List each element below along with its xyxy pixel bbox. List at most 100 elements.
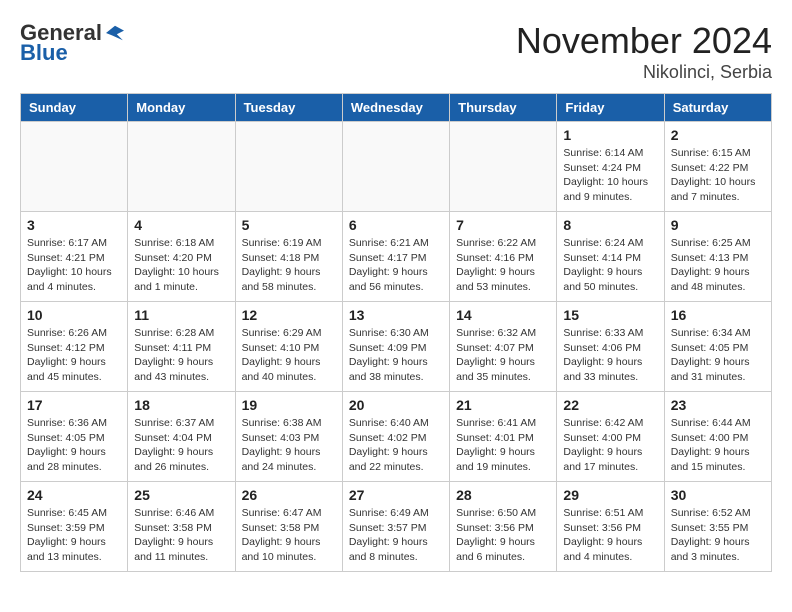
day-info: Sunrise: 6:24 AMSunset: 4:14 PMDaylight:… [563, 236, 657, 295]
day-number: 7 [456, 217, 550, 233]
day-info: Sunrise: 6:51 AMSunset: 3:56 PMDaylight:… [563, 506, 657, 565]
day-number: 19 [242, 397, 336, 413]
day-number: 20 [349, 397, 443, 413]
day-number: 16 [671, 307, 765, 323]
calendar-day-cell: 9Sunrise: 6:25 AMSunset: 4:13 PMDaylight… [664, 212, 771, 302]
calendar-day-cell [342, 122, 449, 212]
calendar-table: SundayMondayTuesdayWednesdayThursdayFrid… [20, 93, 772, 572]
calendar-day-cell: 25 Sunrise: 6:46 AMSunset: 3:58 PMDayligh… [128, 482, 235, 572]
calendar-week-row: 10 Sunrise: 6:26 AMSunset: 4:12 PMDayligh… [21, 302, 772, 392]
day-number: 28 [456, 487, 550, 503]
calendar-day-cell: 12Sunrise: 6:29 AMSunset: 4:10 PMDayligh… [235, 302, 342, 392]
calendar-week-row: 3 Sunrise: 6:17 AMSunset: 4:21 PMDaylight… [21, 212, 772, 302]
day-number: 17 [27, 397, 121, 413]
day-info: Sunrise: 6:18 AMSunset: 4:20 PMDaylight:… [134, 236, 228, 295]
day-info: Sunrise: 6:46 AMSunset: 3:58 PMDaylight:… [134, 506, 228, 565]
day-info: Sunrise: 6:22 AMSunset: 4:16 PMDaylight:… [456, 236, 550, 295]
calendar-day-cell: 28 Sunrise: 6:50 AMSunset: 3:56 PMDayligh… [450, 482, 557, 572]
day-number: 5 [242, 217, 336, 233]
calendar-day-cell: 3 Sunrise: 6:17 AMSunset: 4:21 PMDaylight… [21, 212, 128, 302]
day-number: 8 [563, 217, 657, 233]
logo-blue-text: Blue [20, 40, 68, 66]
calendar-day-cell: 24 Sunrise: 6:45 AMSunset: 3:59 PMDayligh… [21, 482, 128, 572]
calendar-col-header: Monday [128, 94, 235, 122]
day-number: 4 [134, 217, 228, 233]
calendar-day-cell: 10 Sunrise: 6:26 AMSunset: 4:12 PMDayligh… [21, 302, 128, 392]
day-info: Sunrise: 6:28 AMSunset: 4:11 PMDaylight:… [134, 326, 228, 385]
calendar-day-cell: 30 Sunrise: 6:52 AMSunset: 3:55 PMDayligh… [664, 482, 771, 572]
day-number: 11 [134, 307, 228, 323]
day-info: Sunrise: 6:42 AMSunset: 4:00 PMDaylight:… [563, 416, 657, 475]
day-info: Sunrise: 6:32 AMSunset: 4:07 PMDaylight:… [456, 326, 550, 385]
calendar-day-cell: 17 Sunrise: 6:36 AMSunset: 4:05 PMDayligh… [21, 392, 128, 482]
day-number: 15 [563, 307, 657, 323]
calendar-day-cell: 22 Sunrise: 6:42 AMSunset: 4:00 PMDayligh… [557, 392, 664, 482]
title-block: November 2024 Nikolinci, Serbia [516, 20, 772, 83]
day-info: Sunrise: 6:25 AMSunset: 4:13 PMDaylight:… [671, 236, 765, 295]
day-info: Sunrise: 6:34 AMSunset: 4:05 PMDaylight:… [671, 326, 765, 385]
day-number: 26 [242, 487, 336, 503]
day-number: 6 [349, 217, 443, 233]
day-info: Sunrise: 6:49 AMSunset: 3:57 PMDaylight:… [349, 506, 443, 565]
day-info: Sunrise: 6:44 AMSunset: 4:00 PMDaylight:… [671, 416, 765, 475]
day-info: Sunrise: 6:36 AMSunset: 4:05 PMDaylight:… [27, 416, 121, 475]
day-info: Sunrise: 6:52 AMSunset: 3:55 PMDaylight:… [671, 506, 765, 565]
day-info: Sunrise: 6:40 AMSunset: 4:02 PMDaylight:… [349, 416, 443, 475]
calendar-day-cell: 13Sunrise: 6:30 AMSunset: 4:09 PMDayligh… [342, 302, 449, 392]
month-title: November 2024 [516, 20, 772, 62]
calendar-day-cell: 2 Sunrise: 6:15 AMSunset: 4:22 PMDaylight… [664, 122, 771, 212]
day-number: 2 [671, 127, 765, 143]
calendar-day-cell [235, 122, 342, 212]
calendar-day-cell: 20 Sunrise: 6:40 AMSunset: 4:02 PMDayligh… [342, 392, 449, 482]
page-header: General Blue November 2024 Nikolinci, Se… [20, 20, 772, 83]
calendar-day-cell: 16 Sunrise: 6:34 AMSunset: 4:05 PMDayligh… [664, 302, 771, 392]
calendar-day-cell: 8 Sunrise: 6:24 AMSunset: 4:14 PMDaylight… [557, 212, 664, 302]
day-info: Sunrise: 6:45 AMSunset: 3:59 PMDaylight:… [27, 506, 121, 565]
logo-bird-icon [106, 24, 124, 42]
calendar-col-header: Thursday [450, 94, 557, 122]
calendar-day-cell [21, 122, 128, 212]
day-info: Sunrise: 6:15 AMSunset: 4:22 PMDaylight:… [671, 146, 765, 205]
day-info: Sunrise: 6:50 AMSunset: 3:56 PMDaylight:… [456, 506, 550, 565]
calendar-day-cell: 4 Sunrise: 6:18 AMSunset: 4:20 PMDaylight… [128, 212, 235, 302]
day-number: 23 [671, 397, 765, 413]
day-info: Sunrise: 6:29 AMSunset: 4:10 PMDaylight:… [242, 326, 336, 385]
day-info: Sunrise: 6:47 AMSunset: 3:58 PMDaylight:… [242, 506, 336, 565]
calendar-day-cell: 7 Sunrise: 6:22 AMSunset: 4:16 PMDaylight… [450, 212, 557, 302]
day-number: 10 [27, 307, 121, 323]
day-info: Sunrise: 6:26 AMSunset: 4:12 PMDaylight:… [27, 326, 121, 385]
calendar-week-row: 24 Sunrise: 6:45 AMSunset: 3:59 PMDayligh… [21, 482, 772, 572]
calendar-day-cell: 6 Sunrise: 6:21 AMSunset: 4:17 PMDaylight… [342, 212, 449, 302]
calendar-day-cell: 23 Sunrise: 6:44 AMSunset: 4:00 PMDayligh… [664, 392, 771, 482]
calendar-day-cell: 18Sunrise: 6:37 AMSunset: 4:04 PMDayligh… [128, 392, 235, 482]
day-number: 3 [27, 217, 121, 233]
day-number: 24 [27, 487, 121, 503]
day-number: 13 [349, 307, 443, 323]
day-number: 30 [671, 487, 765, 503]
calendar-day-cell: 1 Sunrise: 6:14 AMSunset: 4:24 PMDaylight… [557, 122, 664, 212]
calendar-day-cell: 5 Sunrise: 6:19 AMSunset: 4:18 PMDaylight… [235, 212, 342, 302]
day-info: Sunrise: 6:21 AMSunset: 4:17 PMDaylight:… [349, 236, 443, 295]
day-info: Sunrise: 6:17 AMSunset: 4:21 PMDaylight:… [27, 236, 121, 295]
logo: General Blue [20, 20, 124, 66]
calendar-header-row: SundayMondayTuesdayWednesdayThursdayFrid… [21, 94, 772, 122]
day-number: 22 [563, 397, 657, 413]
day-number: 25 [134, 487, 228, 503]
calendar-col-header: Friday [557, 94, 664, 122]
day-info: Sunrise: 6:38 AMSunset: 4:03 PMDaylight:… [242, 416, 336, 475]
calendar-day-cell: 27Sunrise: 6:49 AMSunset: 3:57 PMDayligh… [342, 482, 449, 572]
day-info: Sunrise: 6:19 AMSunset: 4:18 PMDaylight:… [242, 236, 336, 295]
day-number: 1 [563, 127, 657, 143]
calendar-day-cell: 15 Sunrise: 6:33 AMSunset: 4:06 PMDayligh… [557, 302, 664, 392]
calendar-week-row: 1 Sunrise: 6:14 AMSunset: 4:24 PMDaylight… [21, 122, 772, 212]
calendar-col-header: Tuesday [235, 94, 342, 122]
calendar-day-cell [450, 122, 557, 212]
location: Nikolinci, Serbia [516, 62, 772, 83]
calendar-day-cell: 14Sunrise: 6:32 AMSunset: 4:07 PMDayligh… [450, 302, 557, 392]
day-info: Sunrise: 6:41 AMSunset: 4:01 PMDaylight:… [456, 416, 550, 475]
day-info: Sunrise: 6:14 AMSunset: 4:24 PMDaylight:… [563, 146, 657, 205]
calendar-col-header: Sunday [21, 94, 128, 122]
day-info: Sunrise: 6:33 AMSunset: 4:06 PMDaylight:… [563, 326, 657, 385]
calendar-col-header: Wednesday [342, 94, 449, 122]
day-number: 18 [134, 397, 228, 413]
